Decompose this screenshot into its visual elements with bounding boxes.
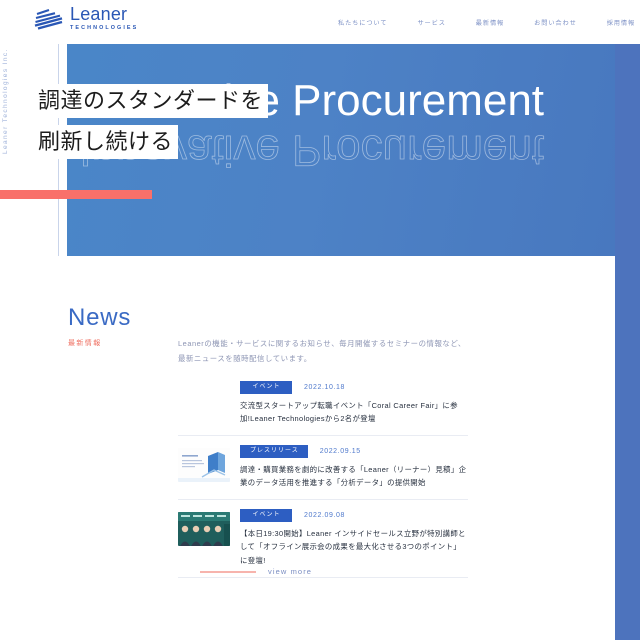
news-date: 2022.09.08 xyxy=(304,511,346,519)
news-list-item[interactable]: イベント 2022.09.08 【本日19:30開始】Leaner インサイドセ… xyxy=(178,500,468,578)
nav-item-news[interactable]: 最新情報 xyxy=(476,18,504,27)
news-heading: News xyxy=(68,304,132,331)
news-item-title[interactable]: 【本日19:30開始】Leaner インサイドセールス立野が特別講師として「オフ… xyxy=(240,527,468,568)
hero-headline-row-1: 調達のスタンダードを xyxy=(36,84,269,125)
logo-text-block: Leaner TECHNOLOGIES xyxy=(70,5,138,31)
news-date: 2022.10.18 xyxy=(304,383,346,391)
news-item-meta: イベント 2022.10.18 xyxy=(240,381,468,394)
logo-tagline: TECHNOLOGIES xyxy=(70,25,139,31)
hero-headline-line-1: 調達のスタンダードを xyxy=(36,84,269,119)
view-more-line-decoration xyxy=(200,570,256,573)
news-category-badge: イベント xyxy=(240,508,292,522)
news-item-body: プレスリリース 2022.09.15 調達・購買業務を劇的に改善する「Leane… xyxy=(240,444,468,490)
news-item-meta: プレスリリース 2022.09.15 xyxy=(240,444,468,458)
nav-item-contact[interactable]: お問い合わせ xyxy=(534,18,577,27)
nav-item-recruit[interactable]: 採用情報 xyxy=(607,18,635,27)
news-item-body: イベント 2022.10.18 交流型スタートアップ転職イベント「Coral C… xyxy=(240,381,468,426)
news-item-meta: イベント 2022.09.08 xyxy=(240,508,468,522)
news-list: イベント 2022.10.18 交流型スタートアップ転職イベント「Coral C… xyxy=(178,377,468,578)
news-date: 2022.09.15 xyxy=(319,447,361,455)
news-category-badge: イベント xyxy=(240,381,292,394)
news-list-item[interactable]: プレスリリース 2022.09.15 調達・購買業務を劇的に改善する「Leane… xyxy=(178,436,468,500)
news-category-badge: プレスリリース xyxy=(240,444,308,458)
view-more-link[interactable]: view more xyxy=(200,567,312,576)
nav-item-about[interactable]: 私たちについて xyxy=(338,18,387,27)
news-item-title[interactable]: 調達・購買業務を劇的に改善する「Leaner（リーナー）見積」企業のデータ活用を… xyxy=(240,463,468,490)
news-item-title[interactable]: 交流型スタートアップ転職イベント「Coral Career Fair」に参加!L… xyxy=(240,399,468,426)
page-root: Leaner Technologies Inc. er Innovative P… xyxy=(0,0,640,640)
right-edge-accent-strip xyxy=(615,0,640,640)
news-thumbnail xyxy=(178,511,230,546)
site-header: Leaner TECHNOLOGIES 私たちについて サービス 最新情報 お問… xyxy=(0,0,640,44)
news-list-item[interactable]: イベント 2022.10.18 交流型スタートアップ転職イベント「Coral C… xyxy=(178,377,468,436)
chart-document-icon xyxy=(178,447,230,482)
logo-wordmark: Leaner xyxy=(70,4,128,24)
site-logo[interactable]: Leaner TECHNOLOGIES xyxy=(34,5,138,31)
hero-headline: 調達のスタンダードを 刷新し続ける xyxy=(36,84,269,166)
news-subtitle: 最新情報 xyxy=(68,340,102,347)
team-photo-icon xyxy=(178,511,230,546)
main-navigation: 私たちについて サービス 最新情報 お問い合わせ 採用情報 xyxy=(338,18,635,27)
news-item-body: イベント 2022.09.08 【本日19:30開始】Leaner インサイドセ… xyxy=(240,508,468,568)
news-description-line-1: Leanerの機能・サービスに関するお知らせ、毎月開催するセミナーの情報など、 xyxy=(178,339,466,348)
nav-item-service[interactable]: サービス xyxy=(417,18,445,27)
view-more-label: view more xyxy=(268,567,313,576)
news-thumbnail xyxy=(178,447,230,482)
leaner-mark-icon xyxy=(34,9,63,31)
news-description: Leanerの機能・サービスに関するお知らせ、毎月開催するセミナーの情報など、 … xyxy=(178,337,466,367)
hero-headline-line-2: 刷新し続ける xyxy=(36,125,179,160)
hero-headline-row-2: 刷新し続ける xyxy=(36,125,268,166)
news-description-line-2: 最新ニュースを随時配信しています。 xyxy=(178,353,312,363)
coral-accent-bar xyxy=(0,190,152,199)
vertical-brand-label: Leaner Technologies Inc. xyxy=(2,48,9,154)
